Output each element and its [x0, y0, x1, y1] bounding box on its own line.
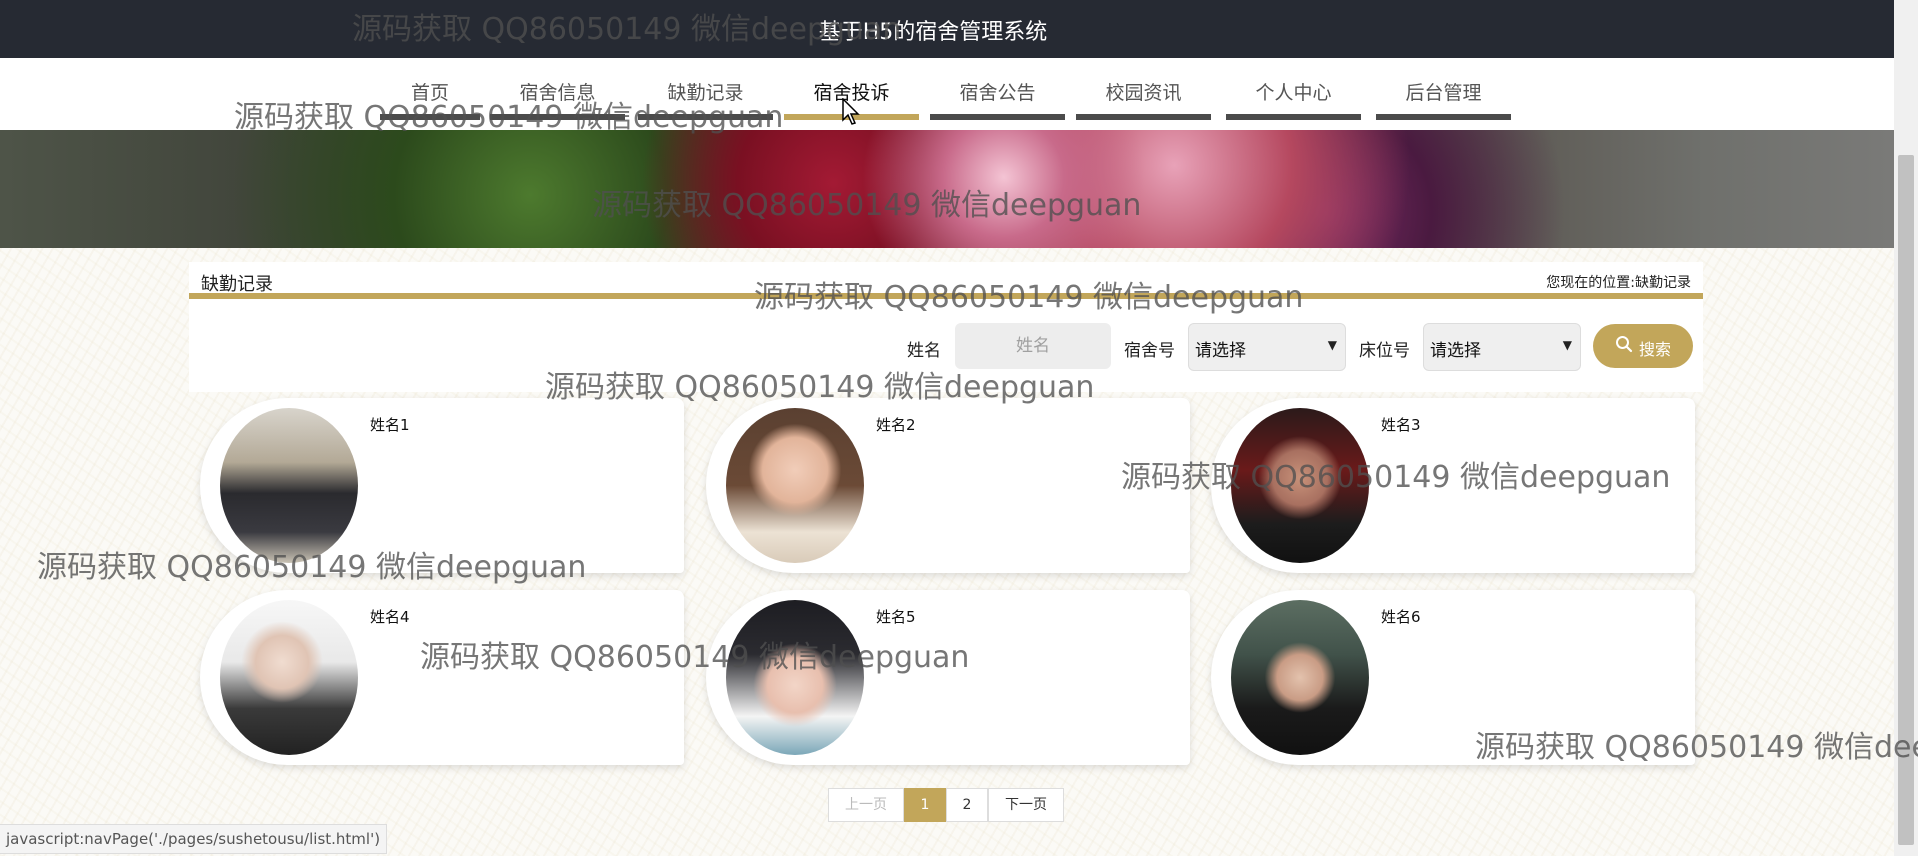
- nav-label: 个人中心: [1255, 82, 1332, 104]
- bed-filter-label: 床位号: [1359, 341, 1410, 361]
- mouse-cursor-icon: [842, 98, 860, 125]
- dropdown-arrow-icon: ▼: [1327, 338, 1337, 352]
- search-icon: [1616, 336, 1633, 353]
- record-card[interactable]: 姓名4: [200, 590, 684, 765]
- record-card[interactable]: 姓名1: [200, 398, 684, 573]
- nav-item-home[interactable]: 首页: [380, 78, 480, 120]
- browser-status-bar: javascript:navPage('./pages/sushetousu/l…: [0, 824, 388, 854]
- breadcrumb-label: 您现在的位置:: [1546, 275, 1635, 291]
- dropdown-arrow-icon: ▼: [1562, 338, 1572, 352]
- student-name: 姓名5: [876, 608, 916, 626]
- search-button-label: 搜索: [1639, 340, 1672, 359]
- bed-number-select[interactable]: 请选择 ▼: [1423, 323, 1581, 371]
- section-divider: [189, 293, 1703, 299]
- site-title: 基于H5的宿舍管理系统: [818, 20, 1048, 45]
- nav-item-dorm-notices[interactable]: 宿舍公告: [930, 78, 1065, 120]
- student-name: 姓名6: [1381, 608, 1421, 626]
- student-photo[interactable]: [1231, 408, 1369, 563]
- student-photo[interactable]: [220, 408, 358, 563]
- vertical-scrollbar[interactable]: [1894, 0, 1918, 856]
- breadcrumb: 您现在的位置:缺勤记录: [1546, 272, 1691, 292]
- record-card[interactable]: 姓名3: [1211, 398, 1695, 573]
- nav-item-campus-news[interactable]: 校园资讯: [1076, 78, 1211, 120]
- scrollbar-thumb[interactable]: [1898, 155, 1914, 845]
- room-filter-label: 宿舍号: [1124, 341, 1175, 361]
- student-name: 姓名4: [370, 608, 410, 626]
- room-number-select[interactable]: 请选择 ▼: [1188, 323, 1346, 371]
- nav-item-personal-center[interactable]: 个人中心: [1226, 78, 1361, 120]
- main-nav: 首页 宿舍信息 缺勤记录 宿舍投诉 宿舍公告 校园资讯 个人中心 后台管理: [0, 58, 1894, 130]
- next-page-button[interactable]: 下一页: [988, 788, 1064, 822]
- top-header-bar: 基于H5的宿舍管理系统: [0, 0, 1894, 58]
- nav-label: 宿舍信息: [519, 82, 596, 104]
- student-photo[interactable]: [220, 600, 358, 755]
- nav-item-absence-records[interactable]: 缺勤记录: [638, 78, 773, 120]
- nav-label: 首页: [410, 82, 449, 104]
- student-name: 姓名2: [876, 416, 916, 434]
- nav-label: 宿舍公告: [959, 82, 1036, 104]
- page-1-button[interactable]: 1: [904, 788, 946, 822]
- nav-label: 校园资讯: [1105, 82, 1182, 104]
- nav-label: 后台管理: [1405, 82, 1482, 104]
- flower-banner-image: [0, 130, 1894, 248]
- search-button[interactable]: 搜索: [1593, 324, 1693, 368]
- student-photo[interactable]: [726, 408, 864, 563]
- breadcrumb-current[interactable]: 缺勤记录: [1635, 275, 1691, 291]
- record-card[interactable]: 姓名2: [706, 398, 1190, 573]
- room-select-value: 请选择: [1195, 341, 1246, 361]
- student-photo[interactable]: [726, 600, 864, 755]
- record-card[interactable]: 姓名5: [706, 590, 1190, 765]
- nav-item-dorm-info[interactable]: 宿舍信息: [490, 78, 625, 120]
- bed-select-value: 请选择: [1430, 341, 1481, 361]
- student-name: 姓名3: [1381, 416, 1421, 434]
- record-card[interactable]: 姓名6: [1211, 590, 1695, 765]
- student-photo[interactable]: [1231, 600, 1369, 755]
- name-search-input[interactable]: [955, 323, 1111, 369]
- student-name: 姓名1: [370, 416, 410, 434]
- name-filter-label: 姓名: [907, 341, 941, 361]
- prev-page-button[interactable]: 上一页: [828, 788, 904, 822]
- absence-records-section: 缺勤记录 您现在的位置:缺勤记录 姓名 宿舍号 请选择 ▼ 床位号 请选择 ▼ …: [189, 262, 1703, 392]
- nav-item-admin[interactable]: 后台管理: [1376, 78, 1511, 120]
- page-2-button[interactable]: 2: [946, 788, 988, 822]
- nav-label: 缺勤记录: [667, 82, 744, 104]
